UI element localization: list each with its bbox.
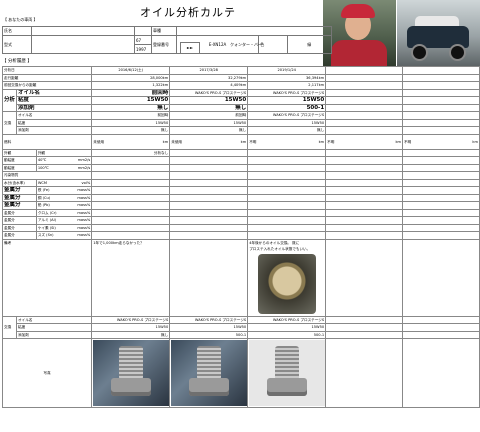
color-label: 色: [258, 35, 288, 54]
remarks-3b: プロステ入れたオイル状態でもいい。: [249, 246, 311, 251]
bottom-change-label: 交換: [1, 315, 18, 339]
page-title: オイル分析カルテ: [140, 6, 236, 19]
analysis-date-label: 分析日: [1, 66, 93, 75]
appearance-1: 分析なし: [91, 148, 171, 157]
drain-plug-photo-icon: [248, 340, 325, 406]
change-oil-3: WAKO'S PRO-S プロステージS: [247, 111, 327, 120]
viscosity-1: 15W50: [91, 96, 171, 105]
car-value[interactable]: [176, 26, 332, 36]
fuel-sub-1: 未使用: [93, 139, 105, 144]
change-add-2: 無し: [169, 126, 249, 135]
oil-name-label: オイル名: [16, 88, 93, 97]
since-change-2: 4,409km: [169, 81, 249, 90]
change-visc-label: 粘度: [16, 118, 93, 127]
change-add-3: 無し: [247, 126, 327, 135]
car-photo-icon: [397, 0, 480, 66]
name-label: 氏名: [2, 26, 32, 36]
additive-3: 500-1: [247, 103, 327, 112]
additive-label: 添加剤: [16, 103, 93, 112]
model-label: 型式: [2, 35, 32, 54]
oil-name-2: WAKO'S PRO-S プロステージS: [169, 88, 249, 97]
car-label: 車種: [151, 26, 177, 36]
viscosity-2: 15W50: [169, 96, 249, 105]
date-1: 2016/6/12(土): [91, 66, 171, 75]
drain-plug-photo-icon: [92, 340, 169, 406]
odometer-label: 走行距離: [1, 73, 93, 82]
bottom-oil-3: WAKO'S PRO-S プロステージS: [247, 315, 327, 324]
bottom-oil-2: WAKO'S PRO-S プロステージS: [169, 315, 249, 324]
change-visc-3: 15W50: [247, 118, 327, 127]
since-change-1: 1,322km: [91, 81, 171, 90]
viscosity-3: 15W50: [247, 96, 327, 105]
vehicle-info-table: 氏名 車種 型式 67 登録番号 E-XN12A 色 緑 1997: [2, 26, 332, 54]
fuel-sub-3: 不明: [249, 139, 257, 144]
odometer-1: 28,000km: [91, 73, 171, 82]
additive-1: 無し: [91, 103, 171, 112]
oil-filter-photo-icon: [257, 253, 316, 314]
bottom-oil-1: WAKO'S PRO-S プロステージS: [91, 315, 171, 324]
water-label: 水分(含水率): [2, 178, 37, 187]
oil-name-1: 前回時: [91, 88, 171, 97]
visc40-label: 動粘度: [2, 156, 37, 165]
oil-analysis-sheet: オイル分析カルテ 【 あなたの車両 】 氏名 車種 型式 67 登録番号 E-X…: [0, 0, 480, 432]
oil-name-3: WAKO'S PRO-S プロステージS: [247, 88, 327, 97]
remarks-1: 1年で1,000km走らなかった？: [91, 238, 171, 317]
section-heading: 【 分析履歴 】: [2, 59, 32, 64]
model-year-bottom: 1997: [134, 44, 152, 54]
date-2: 2017/3/28: [169, 66, 249, 75]
fuel-label: 燃料: [1, 133, 93, 150]
history-table: 分析日 2016/6/12(土) 2017/3/28 2019/1/24 走行距…: [1, 66, 480, 408]
remarks-label: 備考: [1, 238, 93, 317]
since-change-label: 前回交換からの距離: [1, 81, 93, 90]
owner-tag: 【 あなたの車両 】: [3, 17, 38, 22]
change-visc-1: 15W50: [91, 118, 171, 127]
viscosity-label: 粘度: [16, 96, 93, 105]
fuel-sub-2: 未使用: [171, 139, 183, 144]
since-change-3: 2,117km: [247, 81, 327, 90]
color-value: 緑: [286, 35, 332, 54]
date-3: 2019/1/24: [247, 66, 327, 75]
odometer-3: 36,394km: [247, 73, 327, 82]
model-year-top: 67: [134, 35, 152, 45]
driver-photo-icon: [323, 0, 396, 66]
change-oil-2: 前回時: [169, 111, 249, 120]
change-add-1: 無し: [91, 126, 171, 135]
change-side-label: 交換: [1, 111, 18, 135]
shop-value: クォンター・バー: [230, 42, 262, 47]
change-oil-label: オイル名: [16, 111, 93, 120]
contam-label: 汚染物質: [1, 171, 93, 180]
odometer-2: 32,279km: [169, 73, 249, 82]
appearance-label: 外観: [2, 148, 37, 157]
drain-plug-photo-icon: [170, 340, 247, 406]
additive-2: 無し: [169, 103, 249, 112]
change-add-label: 添加剤: [16, 126, 93, 135]
visc100-label: 動粘度: [2, 163, 37, 172]
photo-label: 写真: [1, 338, 93, 408]
name-value[interactable]: [31, 26, 135, 36]
analysis-side-label: 分析: [1, 88, 18, 112]
next-arrow-button[interactable]: ►►: [180, 42, 200, 54]
change-oil-1: 前回時: [91, 111, 171, 120]
change-visc-2: 15W50: [169, 118, 249, 127]
reg-label: 登録番号: [151, 35, 177, 54]
